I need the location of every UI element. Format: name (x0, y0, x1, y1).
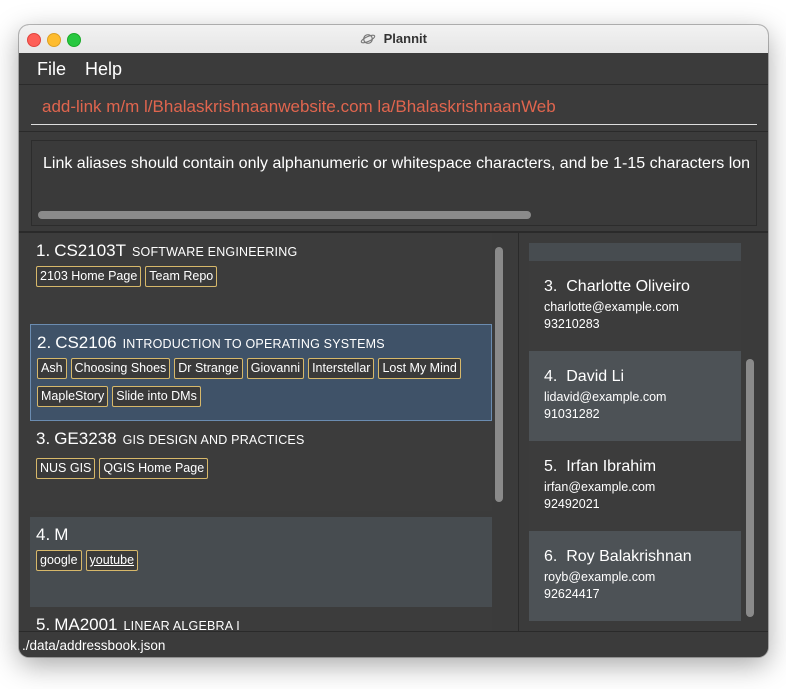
result-display: Link aliases should contain only alphanu… (19, 132, 768, 232)
module-code: MA2001 (54, 615, 118, 631)
module-header: 1. CS2103T SOFTWARE ENGINEERING (36, 241, 297, 261)
module-card[interactable]: 5. MA2001 LINEAR ALGEBRA I (30, 607, 492, 631)
module-name: LINEAR ALGEBRA I (123, 619, 240, 631)
module-link-tag[interactable]: Interstellar (308, 358, 375, 379)
person-card[interactable]: 6. Roy Balakrishnan royb@example.com 926… (529, 531, 741, 621)
module-link-tag[interactable]: Giovanni (246, 358, 305, 379)
person-name-line: 5. Irfan Ibrahim (544, 458, 656, 476)
window-title-group: Plannit (19, 31, 768, 46)
person-phone: 92492021 (544, 497, 600, 511)
module-header: 3. GE3238 GIS DESIGN AND PRACTICES (36, 429, 305, 449)
module-tags: NUS GIS QGIS Home Page (36, 458, 212, 479)
module-link-tag[interactable]: Dr Strange (174, 358, 243, 379)
planet-icon (360, 34, 376, 44)
module-list-scrollbar[interactable] (495, 247, 503, 502)
person-index: 5. (544, 458, 558, 475)
person-name: Roy Balakrishnan (566, 548, 692, 565)
module-link-tag[interactable]: Slide into DMs (112, 386, 201, 407)
person-name-line: 3. Charlotte Oliveiro (544, 278, 690, 296)
person-card[interactable]: 3. Charlotte Oliveiro charlotte@example.… (529, 261, 741, 351)
module-index: 5. (36, 615, 51, 631)
module-index: 1. (36, 241, 51, 260)
module-link-tag[interactable]: Team Repo (145, 266, 218, 287)
module-header: 4. M (36, 525, 74, 545)
status-bar: ./data/addressbook.json (19, 631, 768, 657)
module-link-tag[interactable]: Lost My Mind (378, 358, 461, 379)
module-tags: google youtube (36, 550, 142, 571)
module-card[interactable]: 4. M google youtube (30, 517, 492, 607)
app-window: Plannit File Help add-link m/m l/Bhalask… (19, 25, 768, 657)
module-link-tag[interactable]: google (36, 550, 82, 571)
module-link-tag[interactable]: youtube (85, 550, 139, 571)
person-index: 3. (544, 278, 558, 295)
save-location: ./data/addressbook.json (22, 638, 166, 653)
person-email: charlotte@example.com (544, 300, 679, 314)
person-name-line: 6. Roy Balakrishnan (544, 548, 692, 566)
module-name: INTRODUCTION TO OPERATING SYSTEMS (122, 337, 385, 351)
module-header: 2. CS2106 INTRODUCTION TO OPERATING SYSTEM… (37, 333, 385, 353)
person-card[interactable]: 5. Irfan Ibrahim irfan@example.com 92492… (529, 441, 741, 531)
module-card[interactable]: 3. GE3238 GIS DESIGN AND PRACTICES NUS GIS… (30, 421, 492, 511)
person-index: 6. (544, 548, 558, 565)
module-link-tag[interactable]: Ash (37, 358, 67, 379)
module-link-tag[interactable]: 2103 Home Page (36, 266, 142, 287)
module-link-tag[interactable]: QGIS Home Page (99, 458, 209, 479)
menu-help[interactable]: Help (85, 59, 122, 80)
module-code: GE3238 (54, 429, 117, 448)
menu-file[interactable]: File (37, 59, 66, 80)
module-index: 4. (36, 525, 51, 544)
menu-bar: File Help (19, 53, 768, 85)
person-index: 4. (544, 368, 558, 385)
module-link-tag[interactable]: MapleStory (37, 386, 109, 407)
module-link-tag[interactable]: NUS GIS (36, 458, 96, 479)
command-underline (31, 124, 757, 125)
person-name: Charlotte Oliveiro (566, 278, 690, 295)
module-list[interactable]: 1. CS2103T SOFTWARE ENGINEERING 2103 Home … (19, 233, 517, 631)
person-name-line: 4. David Li (544, 368, 624, 386)
module-tags: Ash Choosing Shoes Dr Strange Giovanni Inter… (37, 358, 465, 379)
person-phone: 91031282 (544, 407, 600, 421)
person-name: Irfan Ibrahim (566, 458, 657, 475)
result-text-area[interactable]: Link aliases should contain only alphanu… (31, 140, 757, 226)
person-list-scrollbar[interactable] (746, 359, 754, 617)
person-card[interactable]: 4. David Li lidavid@example.com 91031282 (529, 351, 741, 441)
person-email: royb@example.com (544, 570, 656, 584)
module-index: 3. (36, 429, 51, 448)
person-email: lidavid@example.com (544, 390, 667, 404)
module-code: CS2106 (55, 333, 117, 352)
command-input[interactable]: add-link m/m l/Bhalaskrishnaanwebsite.co… (42, 97, 556, 117)
module-index: 2. (37, 333, 52, 352)
module-card-selected[interactable]: 2. CS2106 INTRODUCTION TO OPERATING SYSTEM… (30, 324, 492, 421)
result-message: Link aliases should contain only alphanu… (43, 155, 751, 172)
title-bar: Plannit (19, 25, 768, 54)
module-code: CS2103T (54, 241, 127, 260)
window-title: Plannit (383, 31, 427, 46)
person-email: irfan@example.com (544, 480, 656, 494)
module-tags: 2103 Home Page Team Repo (36, 266, 221, 287)
person-phone: 93210283 (544, 317, 600, 331)
module-code: M (54, 525, 69, 544)
module-link-tag[interactable]: Choosing Shoes (70, 358, 171, 379)
module-tags: MapleStory Slide into DMs (37, 386, 205, 407)
person-list[interactable]: 3. Charlotte Oliveiro charlotte@example.… (518, 233, 768, 631)
module-name: GIS DESIGN AND PRACTICES (122, 433, 305, 447)
module-card[interactable]: 1. CS2103T SOFTWARE ENGINEERING 2103 Home … (30, 233, 492, 324)
person-phone: 92624417 (544, 587, 600, 601)
result-horizontal-scrollbar[interactable] (38, 211, 531, 219)
command-box[interactable]: add-link m/m l/Bhalaskrishnaanwebsite.co… (19, 85, 768, 132)
module-header: 5. MA2001 LINEAR ALGEBRA I (36, 615, 240, 631)
person-card-partial[interactable] (529, 243, 741, 261)
person-name: David Li (566, 368, 625, 385)
module-name: SOFTWARE ENGINEERING (132, 245, 298, 259)
